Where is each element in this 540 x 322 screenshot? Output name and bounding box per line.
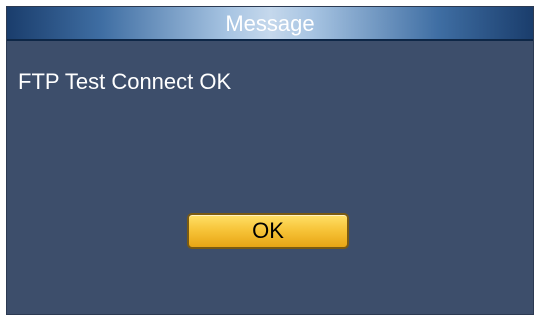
message-dialog: Message FTP Test Connect OK OK [6,6,534,315]
dialog-titlebar: Message [7,7,533,41]
dialog-title: Message [225,11,315,36]
ok-button[interactable]: OK [187,213,349,249]
status-message: FTP Test Connect OK [18,69,232,94]
